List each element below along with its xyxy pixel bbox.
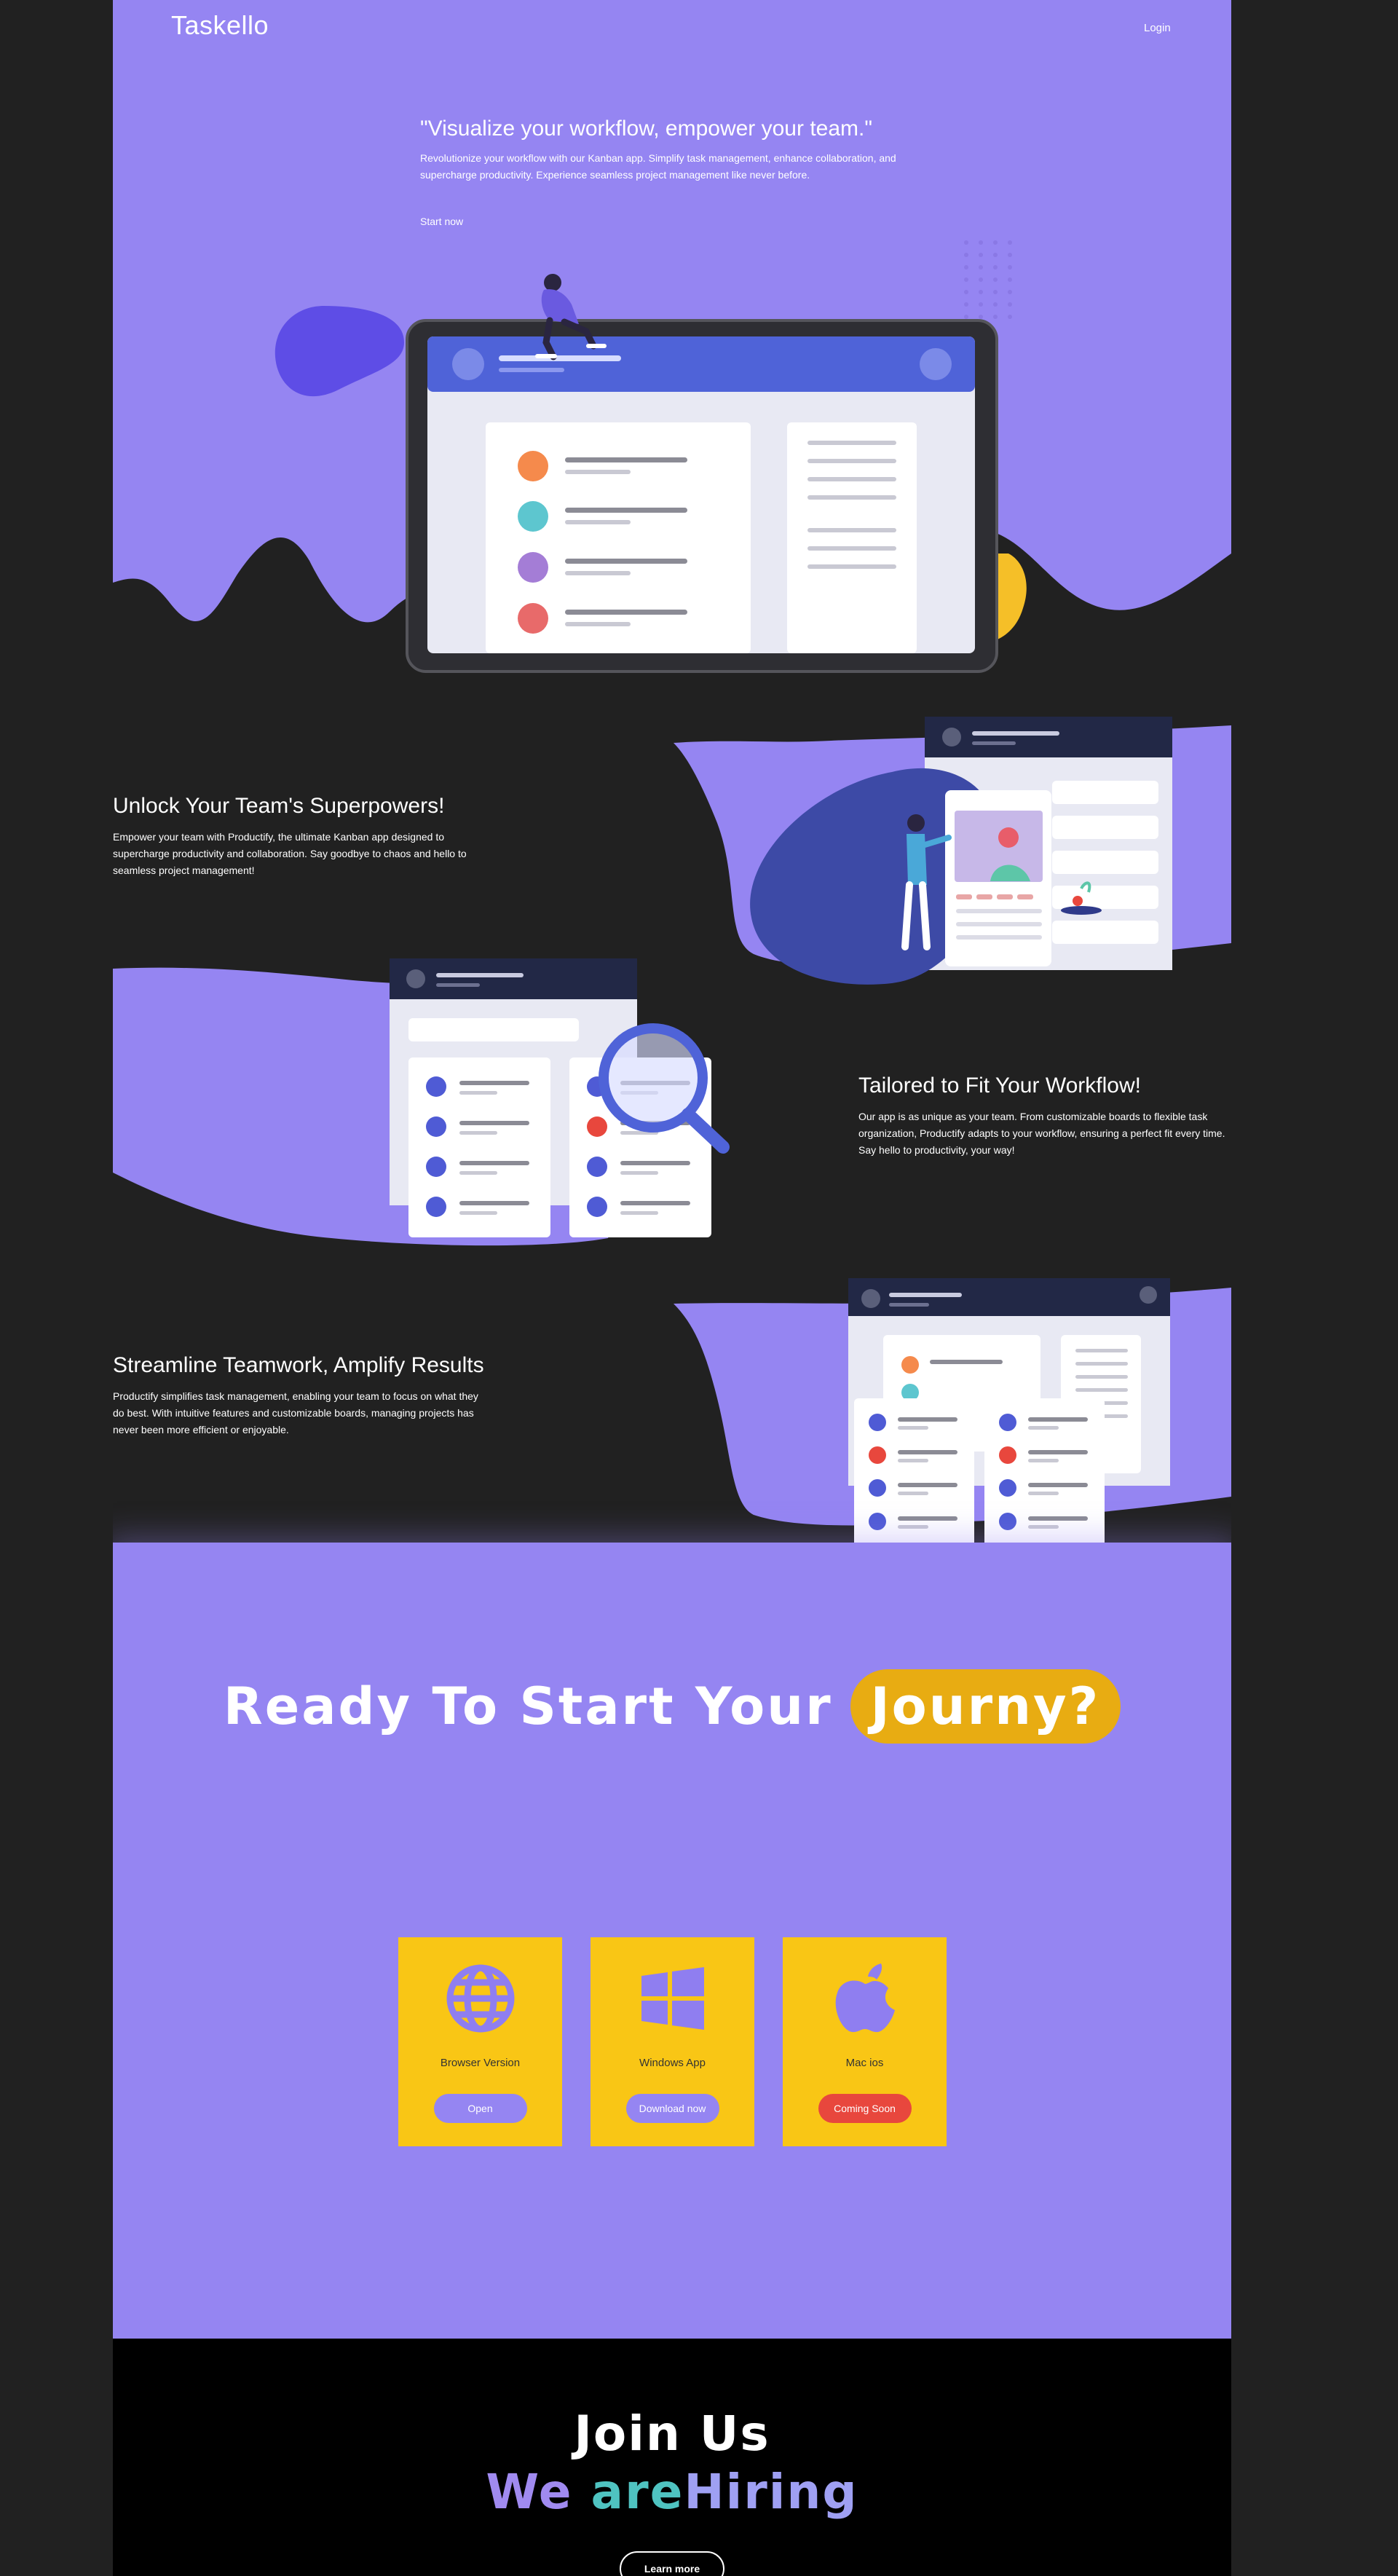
hero-section: Taskello Login "Visualize your workflow,…: [113, 0, 1231, 677]
coming-soon-button[interactable]: Coming Soon: [818, 2094, 912, 2123]
feature-1-title: Unlock Your Team's Superpowers!: [113, 794, 445, 818]
card-name: Windows App: [639, 2057, 706, 2069]
cta-title-main: Ready To Start Your: [223, 1677, 833, 1736]
join-title: Join Us: [574, 2406, 770, 2462]
logo[interactable]: Taskello: [171, 10, 269, 41]
hiring-word-3: Hiring: [684, 2464, 858, 2520]
globe-icon: [443, 1961, 518, 2036]
card-name: Mac ios: [845, 2057, 884, 2069]
feature-2-title: Tailored to Fit Your Workflow!: [858, 1074, 1141, 1098]
download-section: Ready To Start Your Journy? Browser Vers…: [113, 1543, 1231, 2339]
login-link[interactable]: Login: [1144, 22, 1171, 34]
cta-title: Ready To Start Your Journy?: [113, 1659, 1231, 1754]
cta-title-highlight: Journy?: [850, 1669, 1121, 1744]
join-section: Join Us We areHiring Learn more: [113, 2339, 1231, 2576]
hero-background: [113, 0, 1231, 673]
apple-icon: [827, 1961, 903, 2036]
hero-subtitle: Revolutionize your workflow with our Kan…: [420, 152, 896, 181]
feature-3-text: Productify simplifies task management, e…: [113, 1390, 478, 1435]
feature-2-illustration: [113, 958, 730, 1246]
hiring-title: We areHiring: [113, 2464, 1231, 2520]
learn-more-button[interactable]: Learn more: [620, 2551, 724, 2576]
hiring-word-2: are: [591, 2464, 684, 2520]
card-name: Browser Version: [440, 2057, 521, 2069]
download-now-button[interactable]: Download now: [625, 2094, 719, 2123]
hero-title: "Visualize your workflow, empower your t…: [420, 117, 872, 141]
start-now-link[interactable]: Start now: [420, 216, 463, 227]
hiring-word-1: We: [486, 2464, 573, 2520]
feature-2-text: Our app is as unique as your team. From …: [858, 1111, 1225, 1156]
page: Taskello Login "Visualize your workflow,…: [113, 0, 1231, 2576]
windows-app-card: Windows App Download now: [591, 1937, 754, 2146]
mac-ios-card: Mac ios Coming Soon: [783, 1937, 947, 2146]
feature-3-title: Streamline Teamwork, Amplify Results: [113, 1353, 484, 1377]
feature-1-text: Empower your team with Productify, the u…: [113, 831, 467, 876]
browser-version-card: Browser Version Open: [398, 1937, 562, 2146]
windows-icon: [635, 1961, 711, 2036]
open-button[interactable]: Open: [433, 2094, 527, 2123]
